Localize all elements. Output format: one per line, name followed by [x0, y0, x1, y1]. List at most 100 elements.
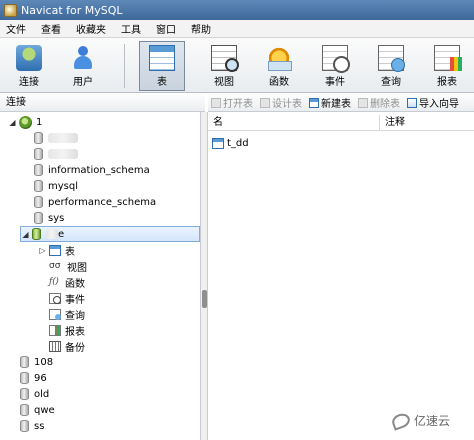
tree-connection-ss[interactable]: ss — [20, 418, 44, 434]
tree-connection-qwe[interactable]: qwe — [20, 402, 55, 418]
collapse-arrow-icon[interactable]: ◢ — [21, 230, 30, 239]
redacted-name — [48, 133, 78, 143]
table-name: t_dd — [227, 137, 249, 149]
app-icon — [4, 3, 17, 17]
tree-connection-96[interactable]: 96 — [20, 370, 47, 386]
menu-bar: 文件 查看 收藏夹 工具 窗口 帮助 — [0, 20, 474, 38]
table-icon — [149, 45, 175, 71]
tree-item-reports[interactable]: 报表 — [49, 322, 85, 338]
connection-icon — [20, 372, 29, 384]
tree-item-views[interactable]: σσ 视图 — [49, 258, 87, 274]
tree-label: 事件 — [65, 294, 85, 306]
table-icon — [212, 137, 224, 149]
design-table-button[interactable]: 设计表 — [260, 95, 302, 110]
function-label: 函数 — [269, 77, 289, 88]
import-wizard-button[interactable]: 导入向导 — [407, 95, 459, 110]
import-icon — [407, 97, 417, 108]
connection-name: qwe — [34, 404, 55, 416]
column-comment-header[interactable]: 注释 — [380, 115, 405, 130]
table-row-t-dd[interactable]: t_dd — [212, 135, 249, 151]
delete-table-label: 删除表 — [370, 99, 400, 110]
menu-view[interactable]: 查看 — [35, 21, 70, 36]
menu-help[interactable]: 帮助 — [185, 21, 220, 36]
new-table-button[interactable]: 新建表 — [309, 95, 351, 110]
connect-button[interactable]: 连接 — [6, 42, 52, 90]
table-icon — [49, 244, 61, 256]
tree-item-tables[interactable]: ▷ 表 — [38, 242, 75, 258]
tree-item-queries[interactable]: 查询 — [49, 306, 85, 322]
new-table-icon — [309, 97, 319, 108]
title-bar: Navicat for MySQL — [0, 0, 474, 20]
function-icon: ƒ() — [49, 276, 60, 287]
design-table-label: 设计表 — [272, 99, 302, 110]
function-button[interactable]: 函数 — [256, 42, 302, 90]
tree-connection-old[interactable]: old — [20, 386, 49, 402]
tree-db-information-schema[interactable]: information_schema — [34, 162, 150, 178]
user-button[interactable]: 用户 — [60, 42, 106, 90]
watermark: 亿速云 — [390, 410, 450, 431]
report-icon — [49, 324, 61, 336]
tree-item-backups[interactable]: 备份 — [49, 338, 85, 354]
tree-connection-1[interactable]: ◢ 1 — [8, 114, 42, 130]
report-button[interactable]: 报表 — [424, 42, 470, 90]
window-title: Navicat for MySQL — [21, 3, 123, 17]
query-icon — [49, 308, 61, 320]
tree-item-events[interactable]: 事件 — [49, 290, 85, 306]
database-icon — [34, 196, 43, 208]
view-button[interactable]: 视图 — [201, 42, 247, 90]
design-table-icon — [260, 97, 270, 108]
event-clock-icon — [49, 292, 61, 304]
event-button[interactable]: 事件 — [312, 42, 358, 90]
menu-window[interactable]: 窗口 — [150, 21, 185, 36]
tree-db-hidden-2[interactable] — [34, 146, 78, 162]
connection-icon — [20, 420, 29, 432]
delete-table-icon — [358, 97, 368, 108]
scrollbar-thumb[interactable] — [202, 290, 207, 308]
event-clock-icon — [322, 45, 350, 73]
main-toolbar: 连接 用户 表 视图 函数 事件 查询 报表 — [0, 38, 474, 93]
tree-item-functions[interactable]: ƒ() 函数 — [49, 274, 85, 290]
query-button[interactable]: 查询 — [368, 42, 414, 90]
connection-icon — [19, 115, 32, 129]
query-label: 查询 — [381, 77, 401, 88]
database-icon — [34, 148, 43, 160]
tree-db-hidden-1[interactable] — [34, 130, 78, 146]
tree-db-mysql[interactable]: mysql — [34, 178, 78, 194]
menu-file[interactable]: 文件 — [0, 21, 35, 36]
table-button[interactable]: 表 — [139, 41, 185, 91]
menu-tools[interactable]: 工具 — [115, 21, 150, 36]
connection-icon — [16, 45, 42, 71]
open-table-label: 打开表 — [223, 99, 253, 110]
database-icon — [34, 132, 43, 144]
tree-db-sys[interactable]: sys — [34, 210, 64, 226]
tree-label: 备份 — [65, 342, 85, 354]
tree-db-selected[interactable]: ◢ e — [20, 226, 200, 242]
tree-connection-108[interactable]: 108 — [20, 354, 53, 370]
open-table-button[interactable]: 打开表 — [211, 95, 253, 110]
redacted-name — [46, 229, 58, 239]
tree-db-performance-schema[interactable]: performance_schema — [34, 194, 156, 210]
collapse-arrow-icon[interactable]: ◢ — [8, 118, 17, 127]
connection-name: 96 — [34, 372, 47, 384]
db-name-suffix: e — [58, 228, 65, 240]
expand-arrow-icon[interactable]: ▷ — [38, 246, 47, 255]
table-label: 表 — [157, 77, 167, 88]
connection-tree[interactable]: ◢ 1 information_schema mysql performance… — [0, 112, 201, 440]
view-label: 视图 — [214, 77, 234, 88]
db-name: sys — [48, 212, 65, 224]
object-toolbar: 打开表 设计表 新建表 删除表 导入向导 — [208, 94, 474, 112]
connection-icon — [20, 388, 29, 400]
connection-name: 1 — [36, 116, 43, 128]
database-icon — [34, 164, 43, 176]
report-label: 报表 — [437, 77, 457, 88]
delete-table-button[interactable]: 删除表 — [358, 95, 400, 110]
column-name-header[interactable]: 名 — [208, 115, 380, 130]
database-open-icon — [32, 228, 41, 240]
tree-scrollbar[interactable] — [201, 112, 208, 440]
connection-icon — [20, 356, 29, 368]
connection-panel-header: 连接 — [0, 94, 205, 112]
menu-favorites[interactable]: 收藏夹 — [70, 21, 115, 36]
view-glasses-icon: σσ — [49, 260, 61, 271]
connection-name: old — [34, 388, 50, 400]
query-icon — [378, 45, 405, 72]
